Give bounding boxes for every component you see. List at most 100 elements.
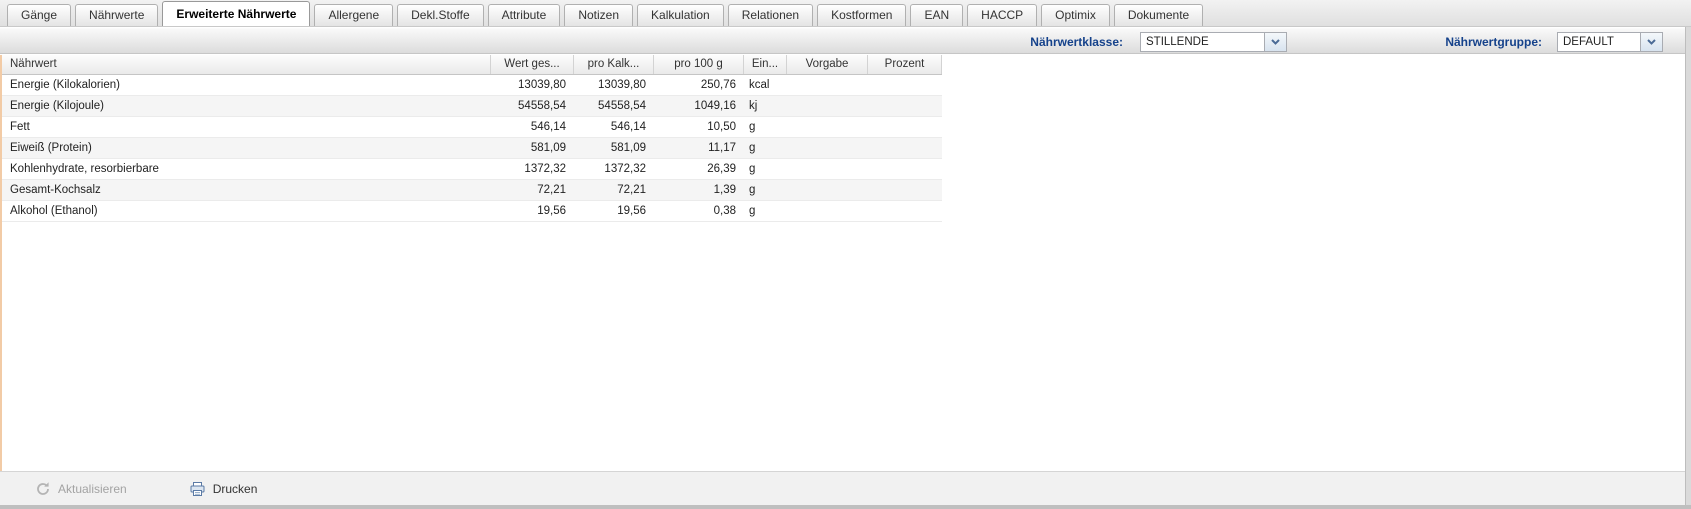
vorgabe-cell	[787, 201, 868, 221]
nutrient-grid: Nährwert Wert ges... pro Kalk... pro 100…	[2, 55, 942, 222]
pro-100g-cell: 0,38	[654, 201, 744, 221]
tab-kalkulation[interactable]: Kalkulation	[637, 4, 724, 26]
nutrient-class-combobox[interactable]: STILLENDE	[1140, 32, 1287, 52]
tab-erweiterte-naehrwerte[interactable]: Erweiterte Nährwerte	[162, 1, 310, 26]
column-header-einheit[interactable]: Ein...	[744, 55, 787, 74]
prozent-cell	[868, 138, 942, 158]
tab-optimix[interactable]: Optimix	[1041, 4, 1110, 26]
table-row[interactable]: Energie (Kilokalorien) 13039,80 13039,80…	[2, 75, 942, 96]
einheit-cell: g	[744, 138, 787, 158]
wert-ges-cell: 54558,54	[491, 96, 574, 116]
table-row[interactable]: Alkohol (Ethanol) 19,56 19,56 0,38 g	[2, 201, 942, 222]
tab-dekl-stoffe[interactable]: Dekl.Stoffe	[397, 4, 483, 26]
column-header-pro-100g[interactable]: pro 100 g	[654, 55, 744, 74]
vorgabe-cell	[787, 180, 868, 200]
table-row[interactable]: Fett 546,14 546,14 10,50 g	[2, 117, 942, 138]
prozent-cell	[868, 201, 942, 221]
table-row[interactable]: Energie (Kilojoule) 54558,54 54558,54 10…	[2, 96, 942, 117]
pro-kalk-cell: 54558,54	[574, 96, 654, 116]
tab-haccp[interactable]: HACCP	[967, 4, 1037, 26]
pro-100g-cell: 1049,16	[654, 96, 744, 116]
einheit-cell: g	[744, 159, 787, 179]
vorgabe-cell	[787, 138, 868, 158]
vorgabe-cell	[787, 159, 868, 179]
footer-toolbar: Aktualisieren Drucken	[0, 471, 1685, 505]
column-header-vorgabe[interactable]: Vorgabe	[787, 55, 868, 74]
printer-icon	[189, 481, 206, 497]
einheit-cell: g	[744, 180, 787, 200]
nutrient-name-cell: Gesamt-Kochsalz	[2, 180, 491, 200]
tab-ean[interactable]: EAN	[910, 4, 963, 26]
prozent-cell	[868, 96, 942, 116]
pro-kalk-cell: 72,21	[574, 180, 654, 200]
pro-100g-cell: 1,39	[654, 180, 744, 200]
wert-ges-cell: 1372,32	[491, 159, 574, 179]
refresh-icon	[35, 481, 51, 497]
filter-toolbar: Nährwertklasse: STILLENDE Nährwertgruppe…	[0, 28, 1685, 54]
einheit-cell: g	[744, 117, 787, 137]
refresh-button-label: Aktualisieren	[58, 482, 127, 496]
chevron-down-icon	[1647, 39, 1656, 45]
prozent-cell	[868, 159, 942, 179]
window-right-edge	[1685, 27, 1691, 505]
app-window: Gänge Nährwerte Erweiterte Nährwerte All…	[0, 0, 1691, 509]
pro-100g-cell: 250,76	[654, 75, 744, 95]
tab-notizen[interactable]: Notizen	[564, 4, 633, 26]
wert-ges-cell: 19,56	[491, 201, 574, 221]
table-row[interactable]: Eiweiß (Protein) 581,09 581,09 11,17 g	[2, 138, 942, 159]
nutrient-name-cell: Kohlenhydrate, resorbierbare	[2, 159, 491, 179]
tab-attribute[interactable]: Attribute	[488, 4, 561, 26]
prozent-cell	[868, 180, 942, 200]
pro-kalk-cell: 581,09	[574, 138, 654, 158]
vorgabe-cell	[787, 75, 868, 95]
table-row[interactable]: Kohlenhydrate, resorbierbare 1372,32 137…	[2, 159, 942, 180]
tab-naehrwerte[interactable]: Nährwerte	[75, 4, 158, 26]
column-header-prozent[interactable]: Prozent	[868, 55, 942, 74]
nutrient-class-value[interactable]: STILLENDE	[1141, 33, 1264, 51]
nutrient-name-cell: Fett	[2, 117, 491, 137]
pro-100g-cell: 10,50	[654, 117, 744, 137]
einheit-cell: g	[744, 201, 787, 221]
nutrient-name-cell: Alkohol (Ethanol)	[2, 201, 491, 221]
nutrient-group-label: Nährwertgruppe:	[1445, 35, 1542, 49]
column-header-pro-kalk[interactable]: pro Kalk...	[574, 55, 654, 74]
tab-bar: Gänge Nährwerte Erweiterte Nährwerte All…	[0, 0, 1691, 27]
grid-header-row: Nährwert Wert ges... pro Kalk... pro 100…	[2, 55, 942, 75]
nutrient-group-value[interactable]: DEFAULT	[1558, 33, 1640, 51]
prozent-cell	[868, 75, 942, 95]
pro-100g-cell: 26,39	[654, 159, 744, 179]
chevron-down-icon	[1271, 39, 1280, 45]
wert-ges-cell: 581,09	[491, 138, 574, 158]
prozent-cell	[868, 117, 942, 137]
tab-dokumente[interactable]: Dokumente	[1114, 4, 1203, 26]
wert-ges-cell: 72,21	[491, 180, 574, 200]
print-button[interactable]: Drucken	[182, 477, 265, 501]
einheit-cell: kcal	[744, 75, 787, 95]
pro-kalk-cell: 1372,32	[574, 159, 654, 179]
pro-100g-cell: 11,17	[654, 138, 744, 158]
nutrient-name-cell: Energie (Kilojoule)	[2, 96, 491, 116]
vorgabe-cell	[787, 117, 868, 137]
pro-kalk-cell: 546,14	[574, 117, 654, 137]
nutrient-name-cell: Eiweiß (Protein)	[2, 138, 491, 158]
vorgabe-cell	[787, 96, 868, 116]
refresh-button[interactable]: Aktualisieren	[28, 477, 134, 501]
table-row[interactable]: Gesamt-Kochsalz 72,21 72,21 1,39 g	[2, 180, 942, 201]
nutrient-group-combobox[interactable]: DEFAULT	[1557, 32, 1663, 52]
tab-relationen[interactable]: Relationen	[728, 4, 813, 26]
tab-kostformen[interactable]: Kostformen	[817, 4, 906, 26]
nutrient-class-label: Nährwertklasse:	[1030, 35, 1123, 49]
pro-kalk-cell: 13039,80	[574, 75, 654, 95]
nutrient-group-dropdown-button[interactable]	[1640, 33, 1662, 51]
tab-gaenge[interactable]: Gänge	[7, 4, 71, 26]
column-header-wert-ges[interactable]: Wert ges...	[491, 55, 574, 74]
content-panel: Nährwert Wert ges... pro Kalk... pro 100…	[0, 55, 1685, 471]
window-bottom-edge	[0, 505, 1691, 509]
einheit-cell: kj	[744, 96, 787, 116]
wert-ges-cell: 546,14	[491, 117, 574, 137]
column-header-naehrwert[interactable]: Nährwert	[2, 55, 491, 74]
nutrient-class-dropdown-button[interactable]	[1264, 33, 1286, 51]
pro-kalk-cell: 19,56	[574, 201, 654, 221]
print-button-label: Drucken	[213, 482, 258, 496]
tab-allergene[interactable]: Allergene	[314, 4, 393, 26]
